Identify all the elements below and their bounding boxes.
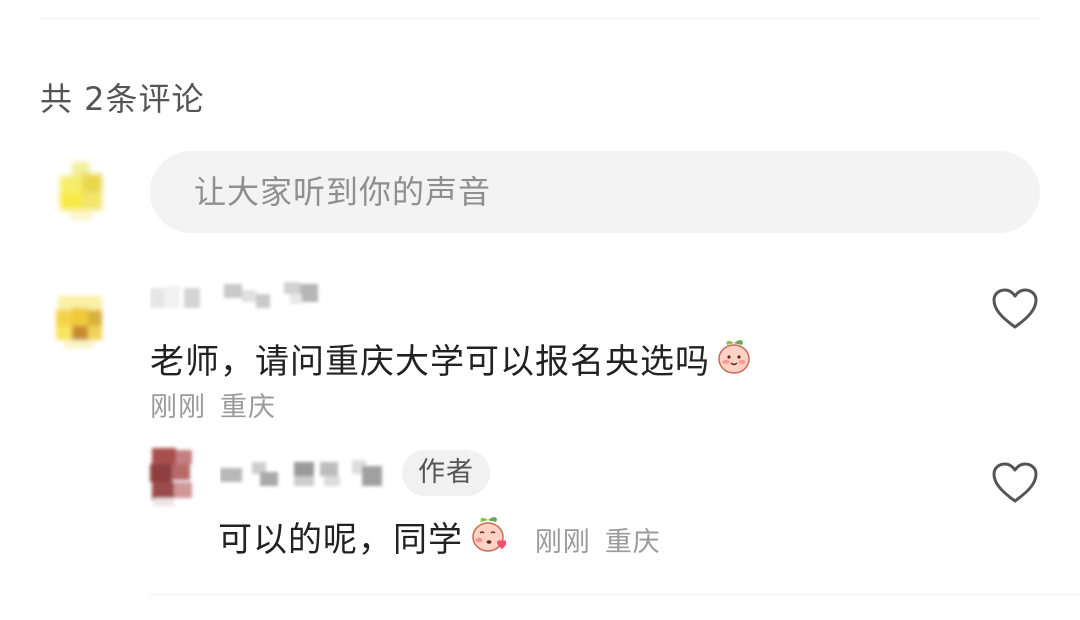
replier-avatar[interactable] (146, 444, 206, 508)
comment-time: 刚刚 (150, 392, 206, 423)
like-reply-heart-icon[interactable] (991, 461, 1039, 505)
peach-smile-emoji-icon (714, 336, 754, 385)
comment-count-title: 共 2条评论 (40, 80, 205, 118)
bottom-divider (150, 594, 1080, 595)
top-divider (40, 18, 1040, 19)
author-badge: 作者 (402, 450, 490, 496)
replier-username-blurred[interactable] (220, 456, 392, 494)
comment-input[interactable] (192, 172, 1040, 212)
reply-text[interactable]: 可以的呢，同学 刚刚 重庆 (218, 512, 661, 564)
like-comment-heart-icon[interactable] (991, 287, 1039, 331)
commenter-avatar[interactable] (44, 286, 116, 358)
comment-body: 老师，请问重庆大学可以报名央选吗 (150, 342, 710, 382)
comment-text[interactable]: 老师，请问重庆大学可以报名央选吗 (150, 334, 754, 385)
comment-location: 重庆 (220, 392, 276, 423)
reply-location: 重庆 (604, 527, 661, 558)
comment-input-box[interactable] (150, 151, 1040, 233)
peach-blush-emoji-icon (467, 513, 509, 564)
reply-meta: 刚刚 重庆 (535, 527, 661, 558)
commenter-username-blurred[interactable] (150, 280, 325, 316)
reply-body: 可以的呢，同学 (218, 520, 463, 560)
comments-panel: 共 2条评论 让大家听到你的声音 老师，请问重庆大学可以报名央选吗 刚刚 重庆 … (0, 0, 1080, 620)
comment-meta: 刚刚 重庆 (150, 385, 276, 424)
current-user-avatar (52, 156, 118, 226)
reply-time: 刚刚 (534, 527, 591, 558)
